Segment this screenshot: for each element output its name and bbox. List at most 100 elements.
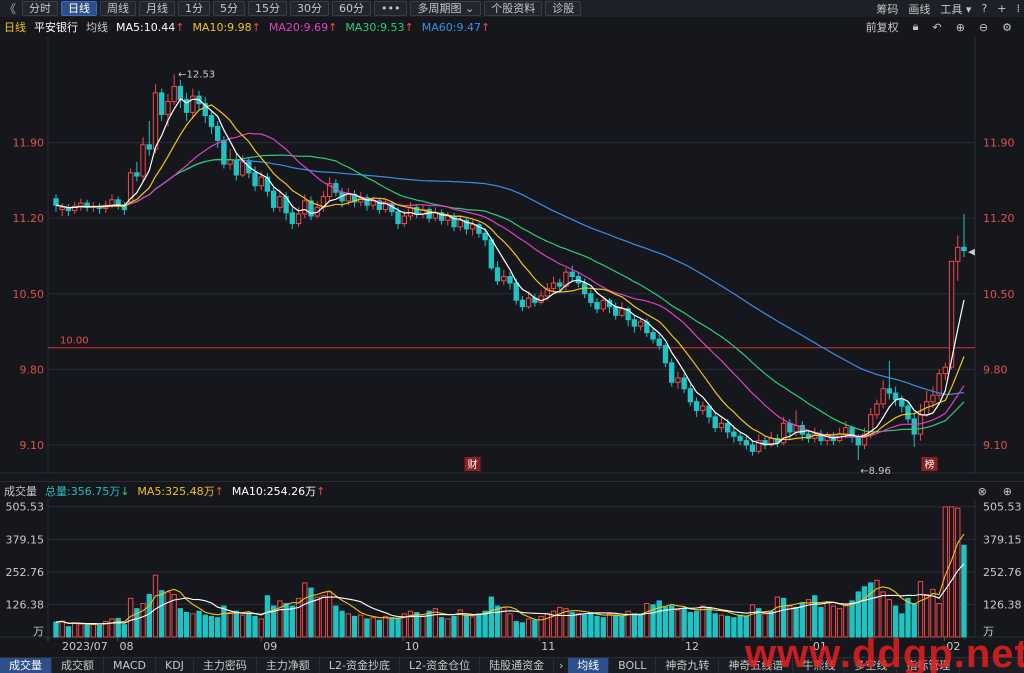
candle-up [109,199,115,206]
candle-down [905,405,911,420]
period-tab-9[interactable]: ••• [374,1,408,16]
indicator-tab-7[interactable]: L2-资金仓位 [400,658,481,673]
close-icon[interactable]: ⊗ [978,485,987,498]
period-tab-12[interactable]: 诊股 [545,1,582,16]
candle-down [681,377,687,390]
candle-up [140,144,146,177]
candle-up [190,95,196,113]
grid-icon[interactable]: ⁞ [1017,2,1021,15]
overlay-tab-1[interactable]: BOLL [609,658,657,673]
price-tick-left: 10.50 [13,288,45,301]
volume-bar-down [208,615,215,638]
indicator-tab-5[interactable]: 主力净额 [257,658,320,673]
volume-bar-down [482,610,488,638]
settings-icon[interactable]: ⚙ [1002,21,1012,34]
lock-icon[interactable]: 🔒︎ [913,20,919,34]
indicator-tab-0[interactable]: 成交量 [0,658,52,673]
back-icon[interactable]: 《 [4,0,16,17]
candle-up [955,246,961,262]
candle-down [594,301,600,310]
candle-down [631,319,638,327]
adjust-mode-button[interactable]: 前复权 [866,19,899,35]
add-panel-icon[interactable]: ⊕ [1003,485,1012,498]
price-tick-right: 9.80 [983,363,1008,376]
indicator-tab-4[interactable]: 主力密码 [194,658,257,673]
overlay-tab-0[interactable]: 均线 [568,658,610,673]
period-tab-2[interactable]: 周线 [100,1,137,16]
volume-bar-down [669,605,675,638]
indicator-header: 日线 平安银行 均线 MA5:10.44↑ MA10:9.98↑ MA20:9.… [0,18,1024,36]
candle-up [457,219,463,228]
candle-down [749,444,756,452]
volume-bar-up [432,608,439,638]
add-icon[interactable]: + [997,2,1006,15]
zoom-out-icon[interactable]: ⊖ [979,21,988,34]
period-tab-1[interactable]: 日线 [61,1,98,16]
volume-bar-up [948,506,955,638]
candle-up [619,308,625,316]
volume-bar-down [532,619,538,638]
zoom-in-icon[interactable]: ⊕ [956,21,965,34]
volume-bar-down [613,614,619,638]
volume-bar-down [451,615,457,638]
period-tab-8[interactable]: 60分 [332,1,372,16]
period-tab-0[interactable]: 分时 [22,1,59,16]
volume-bar-up [525,618,532,638]
period-tab-7[interactable]: 30分 [290,1,330,16]
candlestick-chart[interactable]: 9.10 9.10 9.80 9.80 10.50 10.50 11.20 11.20 11.9… [0,36,1024,481]
indicator-tab-6[interactable]: L2-资金抄底 [320,658,401,673]
candle-down [911,418,917,435]
draw-line-button[interactable]: 画线 [908,1,930,17]
overlay-tab-2[interactable]: 神奇九转 [656,658,720,673]
volume-bar-down [283,603,289,638]
volume-bar-up [382,615,389,638]
candle-down [215,125,221,141]
period-tab-3[interactable]: 月线 [139,1,176,16]
period-tab-10[interactable]: 多周期图 ⌄ [410,1,482,16]
candle-up [843,427,849,435]
volume-bar-down [183,612,190,638]
candle-down [221,139,227,165]
candle-up [171,85,177,103]
period-toolbar: 《 分时 日线 周线 月线 1分 5分 15分 30分 60分 ••• 多周期图 ⌄ 个股资料 诊股 筹… [0,0,1024,17]
volume-bar-down [631,613,638,638]
volume-bar-down [494,605,501,638]
indicator-tab-1[interactable]: 成交额 [52,658,104,673]
candle-down [693,401,700,411]
candle-down [712,416,718,429]
indicator-tab-8[interactable]: 陆股通资金 [480,658,555,673]
ma-label[interactable]: 均线 [86,19,108,35]
volume-bar-up [358,614,364,638]
price-tick-right: 9.10 [983,439,1008,452]
candle-down [494,267,501,282]
indicator-tab-3[interactable]: KDJ [156,658,194,673]
volume-bar-down [961,544,967,638]
period-tab-5[interactable]: 5分 [213,1,246,16]
tools-menu[interactable]: 工具 ▾ [940,1,971,17]
volume-bar-down [252,615,258,638]
indicator-tab-2[interactable]: MACD [104,658,156,673]
candle-down [270,190,277,208]
volume-bar-down [476,613,482,638]
candle-up [239,161,246,176]
chip-button[interactable]: 筹码 [876,1,898,17]
help-icon[interactable]: ? [981,2,987,15]
ma5-value: MA5:10.44↑ [116,20,185,34]
volume-bar-down [202,614,208,638]
undo-icon[interactable]: ↶ [932,21,941,34]
ma10-value: MA10:9.98↑ [192,20,261,34]
volume-bar-down [656,600,662,638]
candle-down [961,246,967,252]
candle-up [550,282,557,289]
volume-bar-down [600,617,606,638]
volume-bar-down [395,618,401,638]
price-tick-left: 9.10 [20,439,45,452]
period-tab-6[interactable]: 15分 [248,1,288,16]
x-axis-label: 10 [405,640,419,653]
period-tab-11[interactable]: 个股资料 [484,1,543,16]
volume-bar-down [233,610,240,638]
candle-up [59,206,65,211]
candle-up [538,295,544,303]
period-tab-4[interactable]: 1分 [178,1,211,16]
tabs-next-icon[interactable]: › [554,659,568,672]
